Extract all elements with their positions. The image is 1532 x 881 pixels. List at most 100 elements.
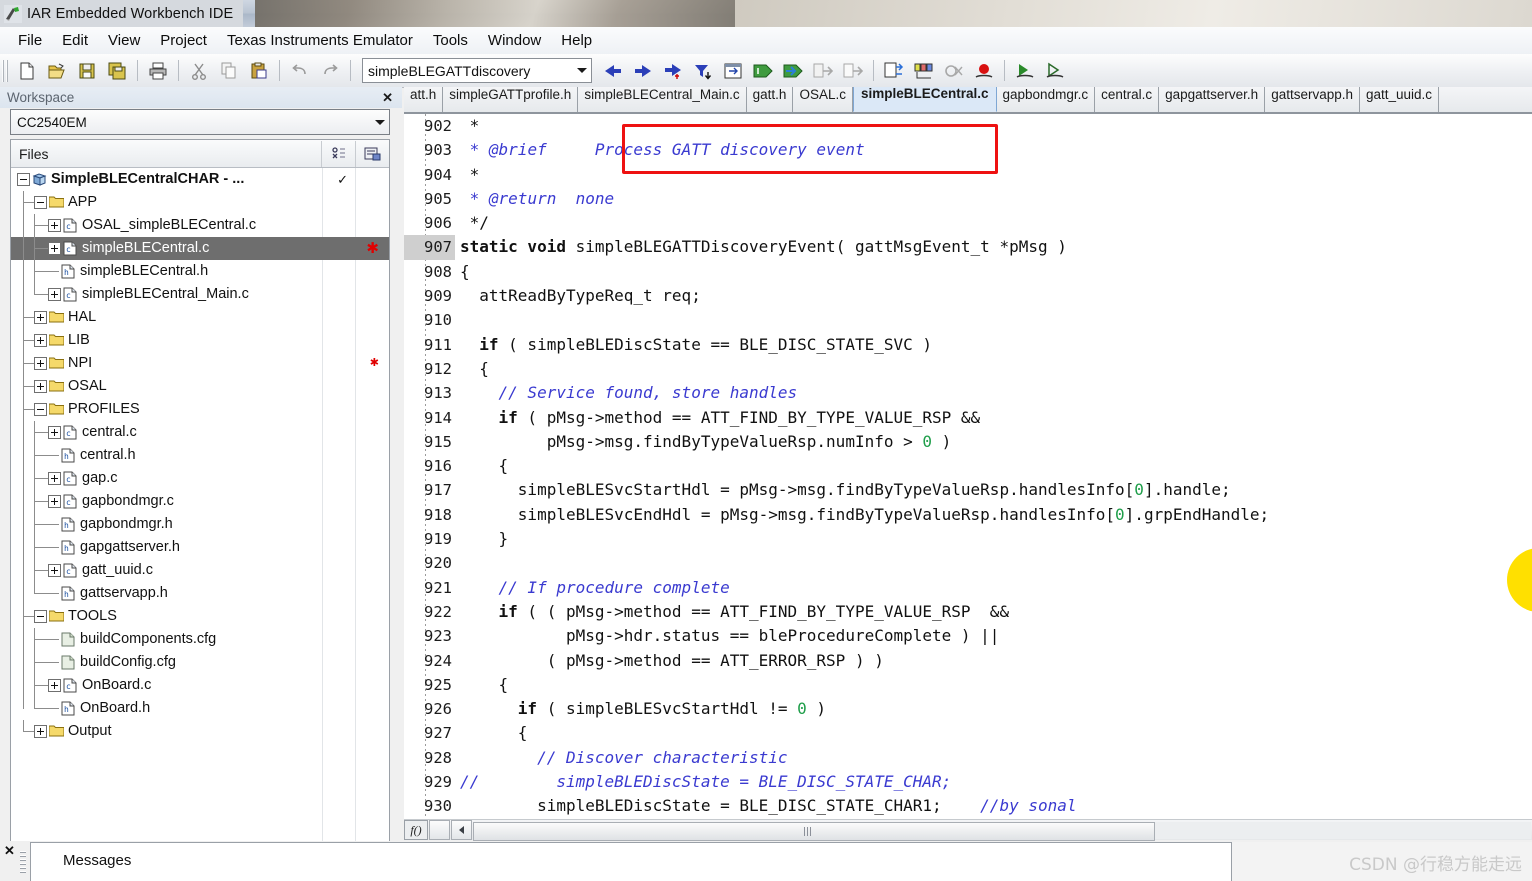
tree-item-file-onboard-c[interactable]: c OnBoard.c (11, 674, 389, 697)
code-editor-area[interactable]: 902 * 903 * @brief Process GATT discover… (404, 114, 1532, 819)
menu-texas-instruments-emulator[interactable]: Texas Instruments Emulator (217, 30, 423, 51)
menu-view[interactable]: View (98, 30, 150, 51)
save-all-icon[interactable] (102, 57, 132, 85)
menu-help[interactable]: Help (551, 30, 602, 51)
tree-item-folder-output[interactable]: Output (11, 720, 389, 743)
scrollbar-thumb[interactable] (473, 821, 1155, 841)
disable-breakpoint-icon[interactable] (939, 57, 969, 85)
scroll-left-button[interactable] (451, 820, 472, 840)
tree-item-folder-app[interactable]: APP (11, 191, 389, 214)
toolbar-drag-handle[interactable] (2, 59, 9, 82)
collapse-toggle-icon[interactable] (17, 173, 30, 186)
tree-item-file-osal-simpleblecentral-c[interactable]: c OSAL_simpleBLECentral.c (11, 214, 389, 237)
tree-item-folder-osal[interactable]: OSAL (11, 375, 389, 398)
messages-list[interactable]: Messages (30, 842, 1232, 881)
find-previous-icon[interactable] (598, 57, 628, 85)
tree-item-file-gapbondmgr-h[interactable]: h gapbondmgr.h (11, 513, 389, 536)
menu-file[interactable]: File (8, 30, 52, 51)
debug-icon[interactable] (1040, 57, 1070, 85)
tree-item-file-gapgattserver-h[interactable]: h gapgattserver.h (11, 536, 389, 559)
redo-icon[interactable] (315, 57, 345, 85)
tab-att-h[interactable]: att.h (404, 87, 444, 112)
breakpoints-icon[interactable] (909, 57, 939, 85)
open-folder-icon[interactable] (42, 57, 72, 85)
tree-item-file-simpleblecentral-main-c[interactable]: c simpleBLECentral_Main.c (11, 283, 389, 306)
function-navigation-button[interactable]: f() (404, 820, 428, 840)
tab-gapbondmgr-c[interactable]: gapbondmgr.c (997, 87, 1096, 112)
expand-toggle-icon[interactable] (34, 725, 47, 738)
tab-gatt-uuid-c[interactable]: gatt_uuid.c (1360, 87, 1440, 112)
save-icon[interactable] (72, 57, 102, 85)
tab-gatt-h[interactable]: gatt.h (747, 87, 794, 112)
close-icon[interactable]: ✕ (4, 843, 15, 859)
build-status-icon[interactable] (321, 140, 355, 167)
menu-edit[interactable]: Edit (52, 30, 98, 51)
tab-simpleblecentral-c[interactable]: simpleBLECentral.c (852, 87, 997, 112)
scrollbar-track[interactable] (473, 821, 1531, 841)
editor-horizontal-scrollbar[interactable]: f() (404, 819, 1532, 841)
tree-item-file-buildcomponents-cfg[interactable]: buildComponents.cfg (11, 628, 389, 651)
project-tree-body[interactable]: SimpleBLECentralCHAR - ... ✓ APP c OSAL_… (11, 168, 389, 881)
compile-icon[interactable] (748, 57, 778, 85)
tree-item-folder-profiles[interactable]: PROFILES (11, 398, 389, 421)
expand-toggle-icon[interactable] (48, 564, 61, 577)
close-icon[interactable]: ✕ (382, 90, 402, 106)
stop-build-icon[interactable] (808, 57, 838, 85)
bookmark-toggle-icon[interactable] (718, 57, 748, 85)
debug-without-download-icon[interactable] (838, 57, 868, 85)
expand-toggle-icon[interactable] (48, 219, 61, 232)
project-selector-combo[interactable]: simpleBLEGATTdiscovery (362, 58, 592, 83)
copy-icon[interactable] (214, 57, 244, 85)
undo-icon[interactable] (285, 57, 315, 85)
project-tree[interactable]: Files SimpleBLECentralCHAR - ... ✓ APP c… (10, 139, 390, 881)
tree-item-file-buildconfig-cfg[interactable]: buildConfig.cfg (11, 651, 389, 674)
menu-window[interactable]: Window (478, 30, 551, 51)
expand-toggle-icon[interactable] (48, 679, 61, 692)
expand-toggle-icon[interactable] (48, 472, 61, 485)
quick-search-icon[interactable] (688, 57, 718, 85)
expand-toggle-icon[interactable] (34, 357, 47, 370)
expand-toggle-icon[interactable] (48, 288, 61, 301)
tree-item-folder-tools[interactable]: TOOLS (11, 605, 389, 628)
tree-item-file-simpleblecentral-c[interactable]: c simpleBLECentral.c ✱ (11, 237, 389, 260)
download-and-debug-icon[interactable] (1010, 57, 1040, 85)
tab-osal-c[interactable]: OSAL.c (793, 87, 853, 112)
collapse-toggle-icon[interactable] (34, 196, 47, 209)
tree-item-folder-npi[interactable]: NPI ✱ (11, 352, 389, 375)
tree-item-project-root[interactable]: SimpleBLECentralCHAR - ... ✓ (11, 168, 389, 191)
tree-item-file-simpleblecentral-h[interactable]: h simpleBLECentral.h (11, 260, 389, 283)
tree-item-folder-lib[interactable]: LIB (11, 329, 389, 352)
print-icon[interactable] (143, 57, 173, 85)
chevron-down-icon[interactable] (572, 60, 591, 81)
menu-project[interactable]: Project (150, 30, 217, 51)
scroll-mode-button[interactable] (429, 820, 450, 840)
cut-icon[interactable] (184, 57, 214, 85)
collapse-toggle-icon[interactable] (34, 403, 47, 416)
toggle-breakpoint-icon[interactable] (969, 57, 999, 85)
tab-central-c[interactable]: central.c (1095, 87, 1160, 112)
tab-gapgattserver-h[interactable]: gapgattserver.h (1159, 87, 1266, 112)
messages-drag-handle[interactable] (20, 851, 26, 873)
tree-item-file-central-h[interactable]: h central.h (11, 444, 389, 467)
tree-item-file-gatt-uuid-c[interactable]: c gatt_uuid.c (11, 559, 389, 582)
expand-toggle-icon[interactable] (34, 311, 47, 324)
tree-item-file-central-c[interactable]: c central.c (11, 421, 389, 444)
make-icon[interactable] (778, 57, 808, 85)
workspace-configuration-combo[interactable]: CC2540EM (10, 109, 390, 135)
tree-item-folder-hal[interactable]: HAL (11, 306, 389, 329)
chevron-down-icon[interactable] (370, 112, 389, 133)
find-next-icon[interactable] (628, 57, 658, 85)
go-to-definition-icon[interactable] (879, 57, 909, 85)
tab-gattservapp-h[interactable]: gattservapp.h (1265, 87, 1360, 112)
paste-icon[interactable] (244, 57, 274, 85)
tree-item-file-onboard-h[interactable]: h OnBoard.h (11, 697, 389, 720)
tree-item-file-gapbondmgr-c[interactable]: c gapbondmgr.c (11, 490, 389, 513)
tree-item-file-gap-c[interactable]: c gap.c (11, 467, 389, 490)
tree-item-file-gattservapp-h[interactable]: h gattservapp.h (11, 582, 389, 605)
expand-toggle-icon[interactable] (34, 334, 47, 347)
expand-toggle-icon[interactable] (48, 495, 61, 508)
tab-simplegattprofile-h[interactable]: simpleGATTprofile.h (443, 87, 579, 112)
new-document-icon[interactable] (12, 57, 42, 85)
expand-toggle-icon[interactable] (48, 242, 61, 255)
find-in-files-icon[interactable] (658, 57, 688, 85)
